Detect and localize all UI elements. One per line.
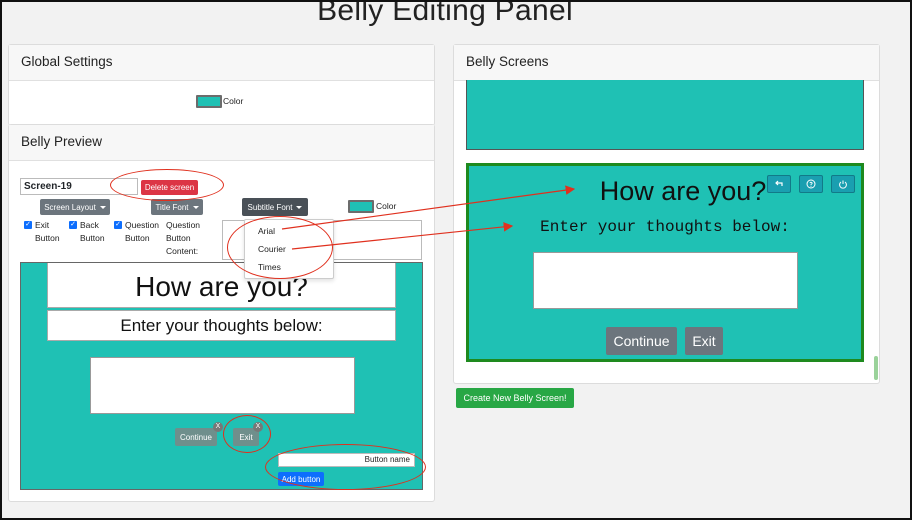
global-settings-card: Global Settings Color — [8, 44, 435, 126]
question-button-label-2: Button — [125, 233, 150, 243]
chevron-down-icon — [192, 205, 199, 209]
chevron-down-icon — [99, 205, 106, 209]
subtitle-font-menu: Arial Courier Times — [244, 219, 334, 279]
screen-subtitle-text: Enter your thoughts below: — [540, 218, 790, 236]
button-name-input[interactable]: Button name — [278, 453, 415, 467]
global-settings-header: Global Settings — [9, 45, 434, 81]
previous-screen-thumbnail[interactable] — [466, 80, 864, 150]
screen-exit-button[interactable]: Exit — [685, 327, 723, 355]
screen-layout-dropdown[interactable]: Screen Layout — [40, 199, 110, 215]
add-button-button[interactable]: Add button — [278, 472, 324, 486]
question-button-label-1: Question — [125, 220, 160, 230]
preview-color-label: Color — [376, 201, 397, 211]
font-option-courier[interactable]: Courier — [258, 243, 286, 256]
exit-button-label-2: Button — [35, 233, 60, 243]
page-title: Belly Editing Panel — [317, 0, 573, 27]
preview-title-box: How are you? — [47, 263, 396, 308]
screen-name-input[interactable]: Screen-19 — [20, 178, 138, 195]
belly-screens-header: Belly Screens — [454, 45, 879, 81]
screens-scrollbar[interactable] — [874, 356, 878, 380]
remove-continue-icon[interactable]: X — [213, 422, 223, 432]
power-icon-button[interactable] — [831, 175, 855, 193]
subtitle-font-dropdown[interactable]: Subtitle Font — [242, 198, 308, 216]
back-button-label-1: Back — [80, 220, 99, 230]
title-font-dropdown[interactable]: Title Font — [151, 199, 203, 215]
back-arrow-icon — [775, 180, 783, 186]
global-color-label: Color — [223, 96, 244, 106]
exit-button-label-1: Exit — [35, 220, 50, 230]
screen-continue-button[interactable]: Continue — [606, 327, 677, 355]
preview-color-swatch[interactable] — [348, 200, 374, 213]
screen-layout-label: Screen Layout — [44, 202, 96, 212]
question-content-label-2: Button — [166, 233, 191, 243]
screen-name-value: Screen-19 — [24, 181, 72, 192]
delete-screen-button[interactable]: Delete screen — [141, 180, 198, 195]
question-content-label-1: Question — [166, 220, 201, 230]
preview-screen: How are you? Enter your thoughts below: … — [20, 262, 423, 490]
preview-subtitle-box: Enter your thoughts below: — [47, 310, 396, 341]
back-button-label-2: Button — [80, 233, 105, 243]
question-content-label-3: Content: — [166, 246, 199, 256]
power-icon — [839, 180, 847, 189]
create-new-belly-screen-button[interactable]: Create New Belly Screen! — [456, 388, 574, 408]
button-name-placeholder: Button name — [364, 455, 410, 464]
chevron-down-icon — [296, 205, 303, 209]
preview-answer-textarea[interactable] — [90, 357, 355, 414]
exit-button-checkbox[interactable]: ✓ — [24, 221, 32, 229]
subtitle-font-label: Subtitle Font — [247, 202, 293, 212]
current-screen[interactable]: How are you? Enter your thoughts below: … — [466, 163, 864, 362]
question-circle-icon — [806, 179, 816, 189]
belly-preview-header: Belly Preview — [9, 125, 434, 161]
back-button-checkbox[interactable]: ✓ — [69, 221, 77, 229]
preview-continue-button[interactable]: Continue — [175, 428, 217, 446]
font-option-times[interactable]: Times — [258, 261, 281, 274]
remove-exit-icon[interactable]: X — [253, 422, 263, 432]
title-font-label: Title Font — [155, 202, 189, 212]
back-icon-button[interactable] — [767, 175, 791, 193]
font-option-arial[interactable]: Arial — [258, 225, 275, 238]
screen-answer-textarea[interactable] — [533, 252, 798, 309]
question-icon-button[interactable] — [799, 175, 823, 193]
preview-subtitle-text: Enter your thoughts below: — [120, 315, 323, 335]
global-color-swatch[interactable] — [196, 95, 222, 108]
question-button-checkbox[interactable]: ✓ — [114, 221, 122, 229]
